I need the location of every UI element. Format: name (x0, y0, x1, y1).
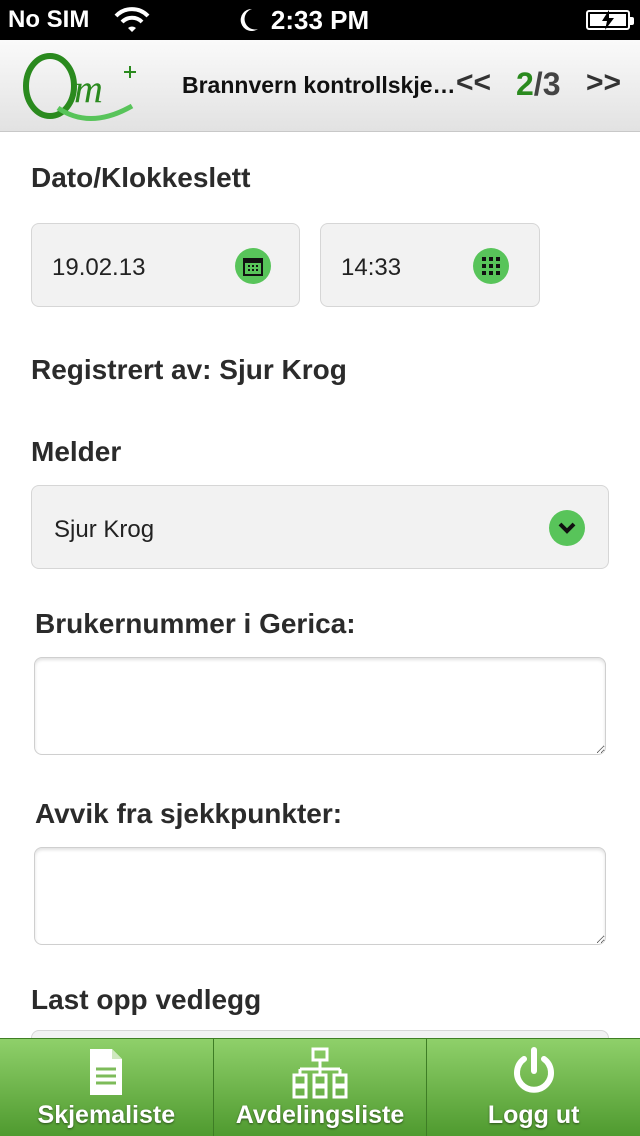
document-icon (90, 1049, 123, 1095)
calendar-icon[interactable] (235, 248, 271, 284)
time-field[interactable]: 14:33 (320, 223, 540, 307)
date-field[interactable]: 19.02.13 (31, 223, 300, 307)
total-pages: /3 (533, 66, 561, 102)
tab-logg-ut[interactable]: Logg ut (427, 1039, 640, 1136)
org-chart-icon (292, 1047, 348, 1099)
time-value: 14:33 (341, 254, 402, 281)
current-page: 2 (516, 66, 534, 102)
melder-label: Melder (31, 436, 122, 467)
svg-text:m: m (74, 66, 103, 111)
brukernummer-label: Brukernummer i Gerica: (35, 608, 356, 639)
melder-value: Sjur Krog (54, 516, 155, 543)
avvik-label: Avvik fra sjekkpunkter: (35, 798, 343, 829)
qm-logo: m (23, 53, 136, 121)
form-title: Brannvern kontrollskjema (182, 72, 460, 98)
melder-select[interactable]: Sjur Krog (31, 485, 609, 569)
grid-icon[interactable] (473, 248, 509, 284)
battery-icon (586, 10, 634, 30)
tab-skjemaliste-label: Skjemaliste (37, 1101, 176, 1129)
chevron-down-icon[interactable] (549, 510, 585, 546)
page-indicator: 2/3 (516, 66, 560, 103)
tab-bar: Skjemaliste Avdelingsliste Logg ut (0, 1038, 640, 1136)
brukernummer-input[interactable] (34, 657, 606, 755)
tab-avdelingsliste[interactable]: Avdelingsliste (214, 1039, 428, 1136)
power-icon (513, 1047, 554, 1093)
datetime-label: Dato/Klokkeslett (31, 162, 251, 193)
date-value: 19.02.13 (52, 254, 146, 281)
next-page-button[interactable]: >> (586, 66, 621, 100)
nav-bar: m Brannvern kontrollskjema << 2/3 >> (0, 40, 640, 132)
status-time: 2:33 PM (270, 5, 370, 35)
registered-by: Registrert av: Sjur Krog (31, 354, 347, 385)
attachment-label: Last opp vedlegg (31, 984, 262, 1015)
avvik-input[interactable] (34, 847, 606, 945)
tab-logg-ut-label: Logg ut (487, 1101, 580, 1129)
prev-page-button[interactable]: << (456, 66, 491, 100)
tab-avdelingsliste-label: Avdelingsliste (235, 1101, 405, 1129)
tab-skjemaliste[interactable]: Skjemaliste (0, 1039, 214, 1136)
status-bar: No SIM 2:33 PM (0, 0, 640, 40)
